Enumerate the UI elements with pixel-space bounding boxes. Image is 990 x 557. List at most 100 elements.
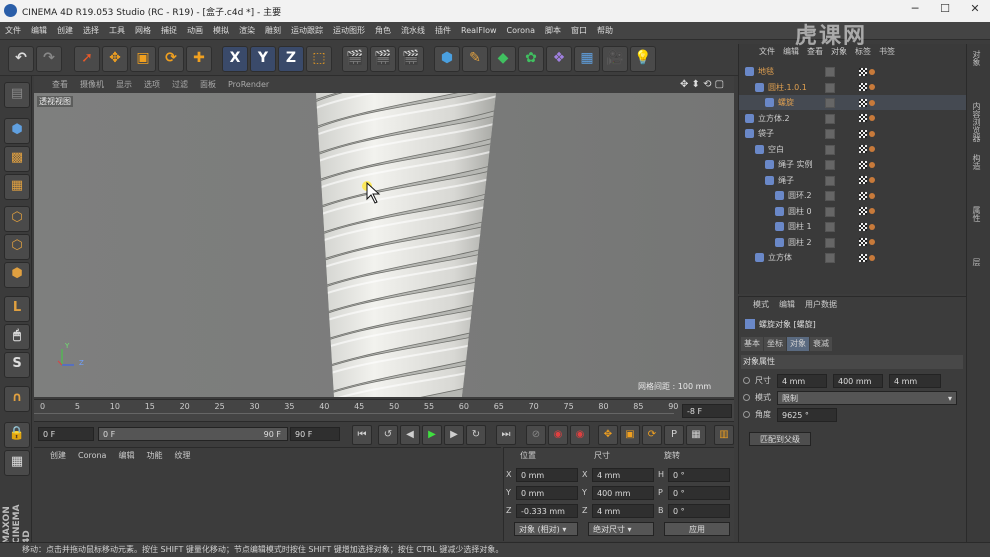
object-tree-row[interactable]: 圆柱 0 (739, 204, 967, 219)
coord-mode-dropdown[interactable]: 对象 (相对) ▾ (514, 522, 578, 536)
snap-icon[interactable]: S (4, 352, 30, 378)
menu-item[interactable]: 雕刻 (260, 22, 286, 40)
object-tree-row[interactable]: 立方体.2 (739, 111, 967, 126)
visibility-toggle-icon[interactable] (825, 113, 835, 124)
material-menu-item[interactable]: Corona (72, 448, 112, 464)
attr-menu-item[interactable]: 用户数据 (805, 300, 837, 309)
material-menu-item[interactable]: 创建 (44, 448, 72, 464)
object-tree-row[interactable]: 圆柱.1.0.1 (739, 80, 967, 95)
visibility-toggle-icon[interactable] (825, 129, 835, 139)
cloner-icon[interactable]: ✿ (518, 46, 544, 72)
menu-item[interactable]: 流水线 (396, 22, 430, 40)
viewport-menu-item[interactable]: 摄像机 (74, 76, 110, 93)
maximize-icon[interactable]: ☐ (930, 0, 960, 20)
menu-item[interactable]: 运动图形 (328, 22, 370, 40)
object-tree-row[interactable]: 空白 (739, 142, 967, 157)
attr-menu-item[interactable]: 模式 (753, 300, 769, 309)
y-axis-lock-icon[interactable]: Y (250, 46, 276, 72)
key-rotation-icon[interactable]: ⟳ (642, 425, 662, 445)
key-pla-icon[interactable]: ▦ (686, 425, 706, 445)
right-dock-tab[interactable]: 属性 (971, 206, 982, 222)
material-menu-item[interactable]: 编辑 (112, 448, 140, 464)
size-mode-dropdown[interactable]: 绝对尺寸 ▾ (588, 522, 654, 536)
size-field[interactable]: 4 mm (592, 468, 654, 482)
minimize-icon[interactable]: ─ (900, 0, 930, 20)
autokey-icon[interactable]: ◉ (548, 425, 568, 445)
menu-item[interactable]: 脚本 (540, 22, 566, 40)
z-axis-lock-icon[interactable]: Z (278, 46, 304, 72)
undo-icon[interactable]: ↶ (8, 46, 34, 72)
size-x-field[interactable]: 4 mm (777, 374, 827, 388)
menu-item[interactable]: 插件 (430, 22, 456, 40)
object-tree-row[interactable]: 袋子 (739, 126, 967, 141)
render-settings-icon[interactable]: 🎬 (398, 46, 424, 72)
menu-item[interactable]: RealFlow (456, 22, 502, 40)
object-menu-item[interactable]: 书签 (879, 47, 895, 56)
axis-mode-icon[interactable]: L (4, 296, 30, 322)
visibility-toggle-icon[interactable] (825, 191, 835, 201)
attr-tab[interactable]: 基本 (741, 337, 763, 351)
object-tree-row[interactable]: 圆柱 1 (739, 219, 967, 234)
deformer-icon[interactable]: ❖ (546, 46, 572, 72)
mode-anim-dot[interactable] (743, 394, 750, 401)
close-icon[interactable]: ✕ (960, 0, 990, 20)
rotation-field[interactable]: 0 ° (668, 468, 730, 482)
visibility-toggle-icon[interactable] (825, 237, 835, 248)
subdivision-icon[interactable]: ◆ (490, 46, 516, 72)
previous-keyframe-icon[interactable]: ↺ (378, 425, 398, 445)
size-anim-dot[interactable] (743, 377, 750, 384)
go-to-start-icon[interactable]: ⏮ (352, 425, 372, 445)
menu-item[interactable]: 窗口 (566, 22, 592, 40)
viewport-menu-item[interactable]: 查看 (46, 76, 74, 93)
visibility-toggle-icon[interactable] (825, 67, 835, 77)
rotation-field[interactable]: 0 ° (668, 486, 730, 500)
right-dock-tab[interactable]: 对象 (971, 50, 982, 66)
menu-item[interactable]: 创建 (52, 22, 78, 40)
render-picture-viewer-icon[interactable]: 🎬 (370, 46, 396, 72)
menu-item[interactable]: 运动跟踪 (286, 22, 328, 40)
viewport-nav-icons[interactable]: ✥ ⬍ ⟲ ▢ (680, 76, 724, 93)
make-editable-icon[interactable]: ▤ (4, 82, 30, 108)
select-arrow-icon[interactable]: ➚ (74, 46, 100, 72)
next-keyframe-icon[interactable]: ↻ (466, 425, 486, 445)
visibility-toggle-icon[interactable] (825, 222, 835, 232)
position-field[interactable]: -0.333 mm (516, 504, 578, 518)
right-dock-tab[interactable]: 内容浏览器 (971, 102, 982, 142)
object-tree-row[interactable]: 螺旋 (739, 95, 967, 110)
menu-item[interactable]: 帮助 (592, 22, 618, 40)
world-coord-icon[interactable]: ⬚ (306, 46, 332, 72)
tweak-mode-icon[interactable]: 🖱 (4, 324, 30, 350)
visibility-toggle-icon[interactable] (825, 160, 835, 170)
viewport-menu-item[interactable]: ProRender (222, 76, 275, 93)
end-frame-field[interactable]: 90 F (290, 427, 340, 441)
fit-to-parent-button[interactable]: 匹配到父级 (749, 432, 811, 446)
model-mode-icon[interactable]: ⬢ (4, 118, 30, 144)
menu-item[interactable]: Corona (502, 22, 540, 40)
viewport-menu-item[interactable]: 面板 (194, 76, 222, 93)
render-view-icon[interactable]: 🎬 (342, 46, 368, 72)
timeline-window-icon[interactable]: ▥ (714, 425, 734, 445)
visibility-toggle-icon[interactable] (825, 206, 835, 217)
edges-mode-icon[interactable]: ⬡ (4, 234, 30, 260)
light-icon[interactable]: 💡 (630, 46, 656, 72)
grid-icon[interactable]: ▦ (4, 450, 30, 476)
object-tree-row[interactable]: 圆环.2 (739, 188, 967, 203)
angle-field[interactable]: 9625 ° (777, 408, 837, 422)
move-icon[interactable]: ✥ (102, 46, 128, 72)
menu-item[interactable]: 选择 (78, 22, 104, 40)
x-axis-lock-icon[interactable]: X (222, 46, 248, 72)
key-parameter-icon[interactable]: P (664, 425, 684, 445)
object-tree-row[interactable]: 立方体 (739, 250, 967, 265)
magnet-icon[interactable]: ∩ (4, 386, 30, 412)
menu-item[interactable]: 渲染 (234, 22, 260, 40)
mode-dropdown[interactable]: 限制 ▾ (777, 391, 957, 405)
go-to-end-icon[interactable]: ⏭ (496, 425, 516, 445)
apply-button[interactable]: 应用 (664, 522, 730, 536)
redo-icon[interactable]: ↷ (36, 46, 62, 72)
menu-item[interactable]: 文件 (0, 22, 26, 40)
rotation-field[interactable]: 0 ° (668, 504, 730, 518)
size-z-field[interactable]: 4 mm (889, 374, 941, 388)
key-scale-icon[interactable]: ▣ (620, 425, 640, 445)
pen-spline-icon[interactable]: ✎ (462, 46, 488, 72)
rotate-icon[interactable]: ⟳ (158, 46, 184, 72)
